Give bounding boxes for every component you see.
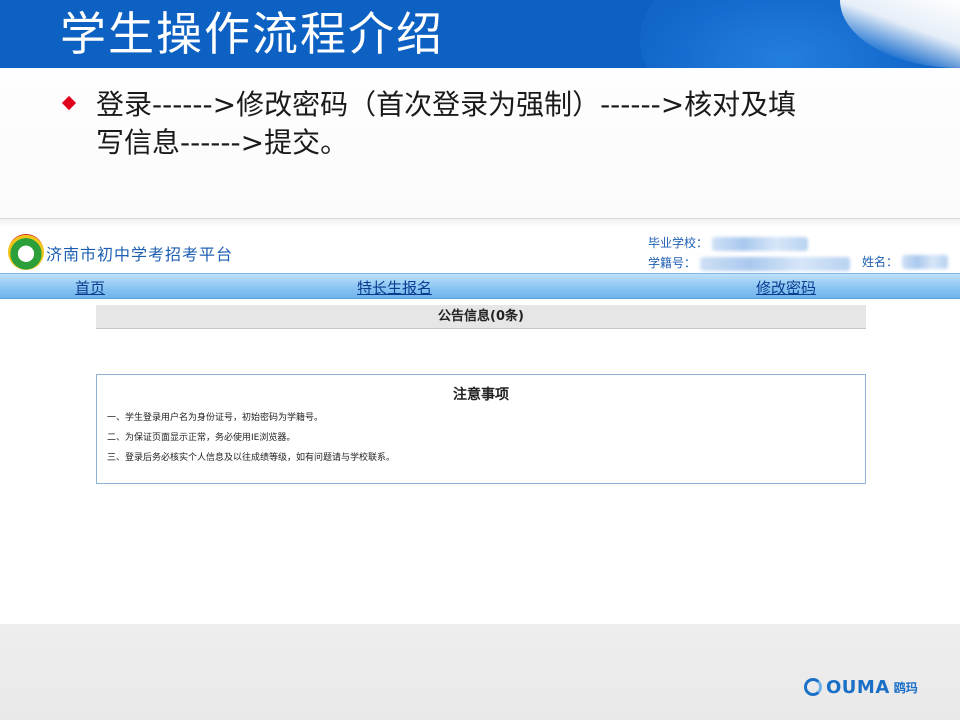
nav-change-password-link[interactable]: 修改密码	[756, 277, 816, 298]
user-info: 毕业学校： 学籍号：	[648, 233, 850, 273]
bullet-line-2: 写信息------>提交。	[96, 126, 349, 159]
title-band: 学生操作流程介绍	[0, 0, 960, 68]
brand-word: OUMA	[826, 676, 890, 698]
brand-cn: 鸥玛	[893, 680, 918, 695]
school-value-redacted	[711, 236, 808, 251]
notes-item: 三、登录后务必核实个人信息及以往成绩等级，如有问题请与学校联系。	[107, 453, 396, 463]
browser-top-strip	[0, 219, 960, 227]
flow-bullet: 登录------>修改密码（首次登录为强制）------>核对及填 写信息---…	[58, 86, 878, 162]
nav-special-signup-link[interactable]: 特长生报名	[357, 277, 432, 298]
notes-box: 注意事项 一、学生登录用户名为身份证号，初始密码为学籍号。 二、为保证页面显示正…	[96, 374, 866, 484]
ouma-mark-icon	[804, 678, 822, 696]
nav-home-link[interactable]: 首页	[75, 277, 105, 298]
name-label: 姓名：	[862, 255, 899, 269]
nav-bar: 首页 特长生报名 修改密码	[0, 273, 960, 299]
name-value-redacted	[902, 255, 948, 269]
bullet-diamond-icon	[61, 95, 77, 111]
website-screenshot: 济南市初中学考招考平台 毕业学校： 学籍号： 姓名： 首页 特长生报名 修改密码…	[0, 218, 960, 624]
school-label: 毕业学校：	[648, 236, 709, 250]
announcement-header: 公告信息(0条)	[96, 305, 866, 329]
ouma-brand-logo: OUMA 鸥玛	[804, 676, 918, 698]
student-id-redacted	[699, 256, 850, 271]
student-id-label: 学籍号：	[648, 256, 697, 270]
platform-logo-icon	[8, 234, 44, 270]
bullet-text: 登录------>修改密码（首次登录为强制）------>核对及填 写信息---…	[96, 86, 878, 162]
bullet-line-1: 登录------>修改密码（首次登录为强制）------>核对及填	[96, 88, 797, 121]
slide-title: 学生操作流程介绍	[60, 7, 444, 61]
site-name: 济南市初中学考招考平台	[46, 245, 234, 264]
notes-item: 一、学生登录用户名为身份证号，初始密码为学籍号。	[107, 413, 324, 423]
notes-item: 二、为保证页面显示正常，务必使用IE浏览器。	[107, 433, 296, 443]
notes-list: 一、学生登录用户名为身份证号，初始密码为学籍号。 二、为保证页面显示正常，务必使…	[107, 408, 865, 468]
notes-title: 注意事项	[453, 387, 509, 403]
